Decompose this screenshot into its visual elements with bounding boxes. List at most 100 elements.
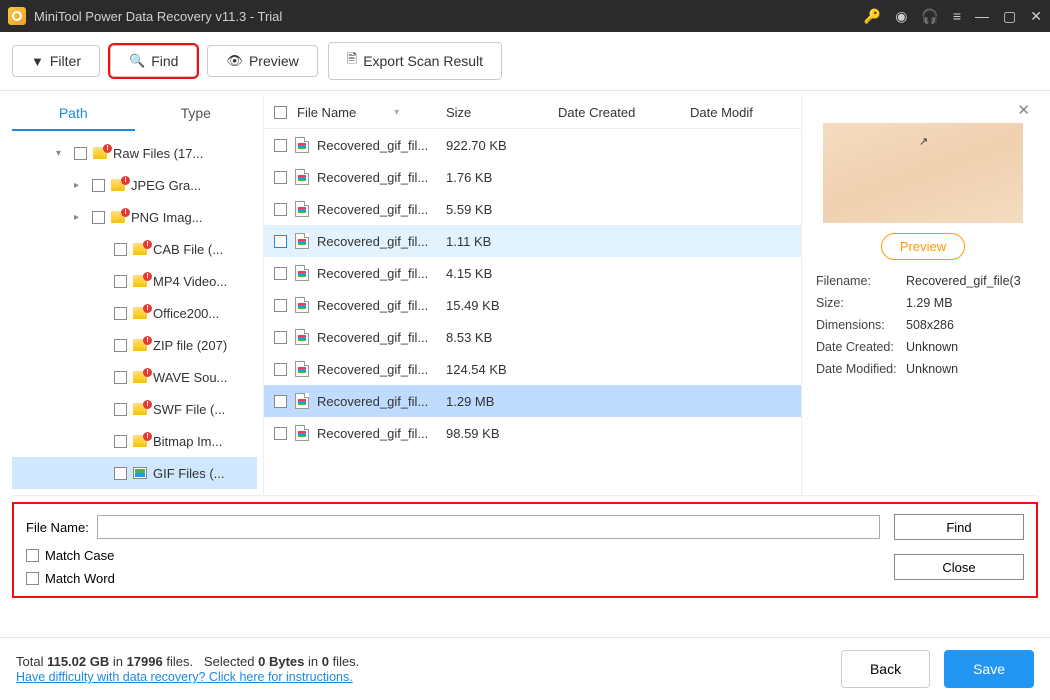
file-checkbox[interactable]: [274, 267, 287, 280]
file-checkbox[interactable]: [274, 299, 287, 312]
chevron-right-icon: ▸: [74, 180, 86, 191]
tree-item[interactable]: MP4 Video...: [12, 265, 257, 297]
file-checkbox[interactable]: [274, 363, 287, 376]
headset-icon[interactable]: 🎧: [921, 8, 938, 25]
file-row[interactable]: Recovered_gif_fil...4.15 KB: [264, 257, 801, 289]
back-button[interactable]: Back: [841, 650, 930, 688]
find-filename-input[interactable]: [97, 515, 880, 539]
tree-checkbox[interactable]: [114, 339, 127, 352]
file-checkbox[interactable]: [274, 139, 287, 152]
tree-item-label: Raw Files (17...: [113, 146, 203, 161]
tree-item-label: JPEG Gra...: [131, 178, 201, 193]
match-word-checkbox[interactable]: [26, 572, 39, 585]
preview-button[interactable]: 👁Preview: [207, 45, 317, 77]
file-checkbox[interactable]: [274, 203, 287, 216]
meta-created-value: Unknown: [906, 340, 1030, 354]
folder-icon: [93, 147, 107, 159]
tree-checkbox[interactable]: [92, 211, 105, 224]
globe-icon[interactable]: ◉: [895, 8, 907, 25]
file-checkbox[interactable]: [274, 171, 287, 184]
close-preview-icon[interactable]: ✕: [1017, 101, 1030, 119]
file-row[interactable]: Recovered_gif_fil...1.76 KB: [264, 161, 801, 193]
find-button[interactable]: 🔍Find: [110, 45, 197, 77]
file-checkbox[interactable]: [274, 235, 287, 248]
close-button[interactable]: ✕: [1030, 8, 1042, 25]
tree-checkbox[interactable]: [92, 179, 105, 192]
preview-open-button[interactable]: Preview: [881, 233, 965, 260]
file-checkbox[interactable]: [274, 331, 287, 344]
status-text: Total 115.02 GB in 17996 files. Selected…: [16, 654, 841, 669]
file-row[interactable]: Recovered_gif_fil...1.11 KB: [264, 225, 801, 257]
tree-item[interactable]: ▾ Raw Files (17...: [12, 137, 257, 169]
col-created[interactable]: Date Created: [558, 105, 678, 120]
tree-item[interactable]: WAVE Sou...: [12, 361, 257, 393]
col-filename[interactable]: File Name: [297, 105, 356, 120]
key-icon[interactable]: 🔑: [864, 8, 881, 25]
tree-item-label: Bitmap Im...: [153, 434, 222, 449]
tree-item[interactable]: Bitmap Im...: [12, 425, 257, 457]
minimize-button[interactable]: —: [975, 8, 989, 24]
meta-created-label: Date Created:: [816, 340, 906, 354]
file-size: 8.53 KB: [446, 330, 546, 345]
tree-checkbox[interactable]: [114, 275, 127, 288]
file-row[interactable]: Recovered_gif_fil...15.49 KB: [264, 289, 801, 321]
help-link[interactable]: Have difficulty with data recovery? Clic…: [16, 670, 353, 684]
preview-image: [823, 123, 1023, 223]
file-name: Recovered_gif_fil...: [317, 362, 428, 377]
tree-checkbox[interactable]: [114, 307, 127, 320]
menu-icon[interactable]: ≡: [953, 8, 961, 24]
file-name: Recovered_gif_fil...: [317, 266, 428, 281]
tree-item[interactable]: Office200...: [12, 297, 257, 329]
folder-icon: [133, 307, 147, 319]
toolbar: ▼Filter 🔍Find 👁Preview 🖹Export Scan Resu…: [0, 32, 1050, 91]
tree-item[interactable]: ZIP file (207): [12, 329, 257, 361]
tree-checkbox[interactable]: [114, 243, 127, 256]
col-modified[interactable]: Date Modif: [690, 105, 791, 120]
file-row[interactable]: Recovered_gif_fil...922.70 KB: [264, 129, 801, 161]
export-button[interactable]: 🖹Export Scan Result: [328, 42, 502, 80]
folder-icon: [111, 211, 125, 223]
filter-button[interactable]: ▼Filter: [12, 45, 100, 77]
file-size: 1.11 KB: [446, 234, 546, 249]
file-row[interactable]: Recovered_gif_fil...124.54 KB: [264, 353, 801, 385]
tree-item[interactable]: CAB File (...: [12, 233, 257, 265]
tree-checkbox[interactable]: [114, 467, 127, 480]
save-button[interactable]: Save: [944, 650, 1034, 688]
tree-checkbox[interactable]: [114, 403, 127, 416]
file-row[interactable]: Recovered_gif_fil...98.59 KB: [264, 417, 801, 449]
find-panel: File Name: Find Match Case Close Match W…: [12, 502, 1038, 598]
file-list[interactable]: Recovered_gif_fil...922.70 KBRecovered_g…: [264, 129, 801, 495]
file-row[interactable]: Recovered_gif_fil...1.29 MB: [264, 385, 801, 417]
find-panel-close-button[interactable]: Close: [894, 554, 1024, 580]
file-size: 15.49 KB: [446, 298, 546, 313]
tree-item-label: Office200...: [153, 306, 219, 321]
chevron-down-icon: ▾: [56, 148, 68, 159]
folder-tree[interactable]: ▾ Raw Files (17... ▸ JPEG Gra... ▸PNG Imag..…: [12, 131, 257, 495]
tree-checkbox[interactable]: [74, 147, 87, 160]
tree-item[interactable]: JPEG Ca...: [12, 489, 257, 495]
file-row[interactable]: Recovered_gif_fil...5.59 KB: [264, 193, 801, 225]
tree-item[interactable]: ▸ JPEG Gra...: [12, 169, 257, 201]
select-all-checkbox[interactable]: [274, 106, 287, 119]
file-icon: [295, 425, 309, 441]
maximize-button[interactable]: ▢: [1003, 8, 1016, 25]
tab-path[interactable]: Path: [12, 97, 135, 131]
tree-checkbox[interactable]: [114, 371, 127, 384]
file-checkbox[interactable]: [274, 427, 287, 440]
folder-icon: [133, 339, 147, 351]
tree-checkbox[interactable]: [114, 435, 127, 448]
tab-type[interactable]: Type: [135, 97, 258, 131]
col-size[interactable]: Size: [446, 105, 546, 120]
meta-filename-value: Recovered_gif_file(3: [906, 274, 1030, 288]
match-case-checkbox[interactable]: [26, 549, 39, 562]
file-row[interactable]: Recovered_gif_fil...8.53 KB: [264, 321, 801, 353]
match-word-label: Match Word: [45, 571, 115, 586]
tree-item[interactable]: ▸PNG Imag...: [12, 201, 257, 233]
tree-item-label: ZIP file (207): [153, 338, 227, 353]
tree-item[interactable]: GIF Files (...: [12, 457, 257, 489]
find-panel-find-button[interactable]: Find: [894, 514, 1024, 540]
tree-item[interactable]: SWF File (...: [12, 393, 257, 425]
meta-size-value: 1.29 MB: [906, 296, 1030, 310]
file-checkbox[interactable]: [274, 395, 287, 408]
file-name: Recovered_gif_fil...: [317, 394, 428, 409]
